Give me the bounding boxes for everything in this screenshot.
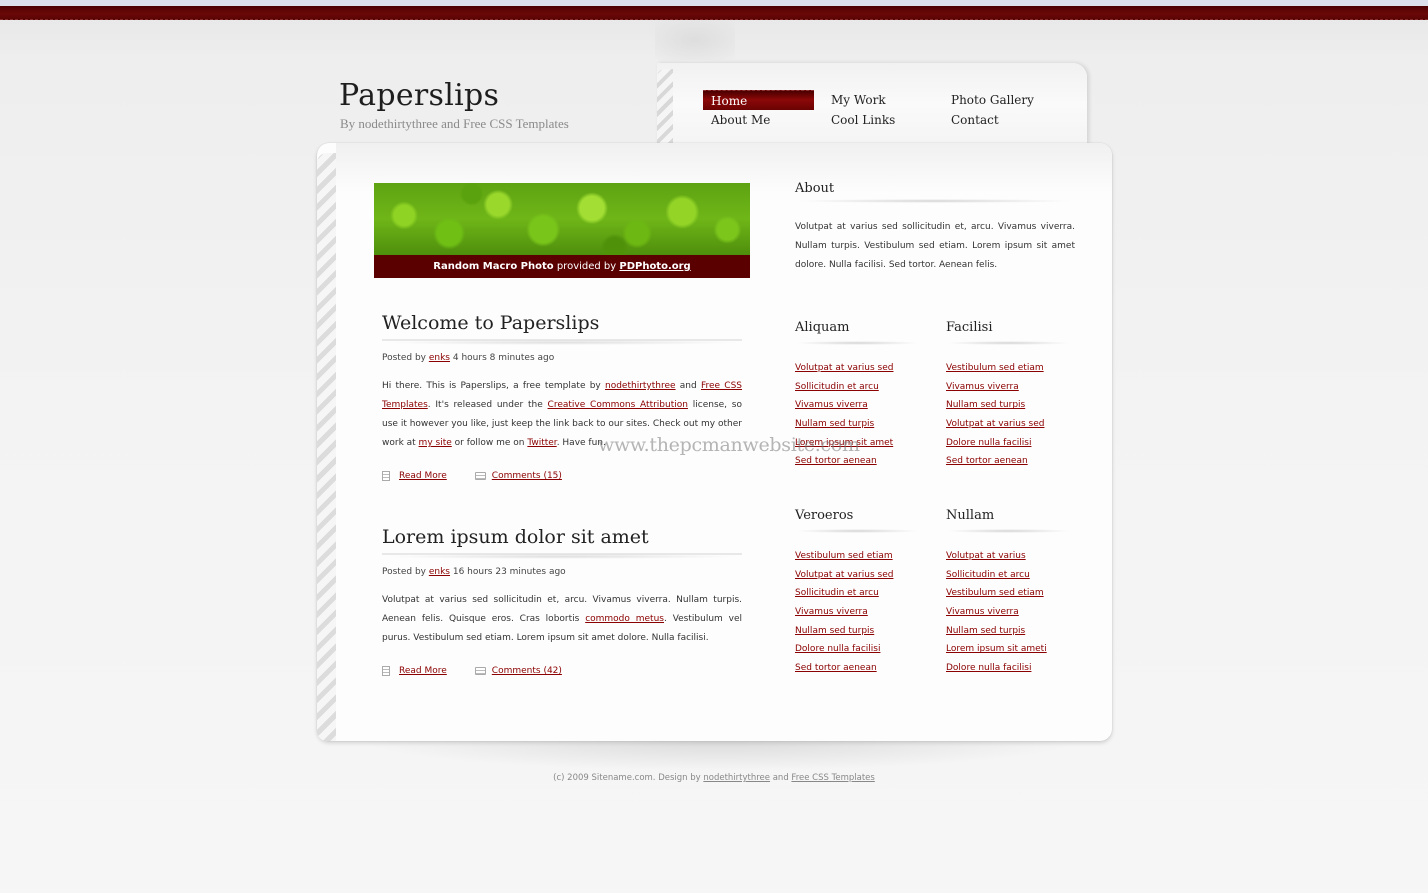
sidebar-heading-aliquam: Aliquam	[795, 320, 850, 335]
body-text: . It's released under the	[427, 400, 548, 410]
sidebar-link[interactable]: Dolore nulla facilisi	[795, 644, 880, 654]
twitter-link[interactable]: Twitter	[527, 438, 556, 448]
sidebar-link[interactable]: Vivamus viverra	[795, 400, 868, 410]
footer-free-css-templates-link[interactable]: Free CSS Templates	[791, 773, 874, 783]
sidebar-link[interactable]: Volutpat at varius sed	[946, 419, 1044, 429]
sidebar-link[interactable]: Vestibulum sed etiam	[946, 588, 1044, 598]
body-text: Hi there. This is Paperslips, a free tem…	[382, 381, 605, 391]
comment-icon	[474, 667, 486, 675]
sidebar-heading-about: About	[795, 181, 835, 196]
sidebar-link[interactable]: Dolore nulla facilisi	[946, 438, 1031, 448]
facilisi-link-list: Vestibulum sed etiam Vivamus viverra Nul…	[946, 359, 1044, 471]
watermark: www.thepcmanwebsite.com	[598, 434, 860, 456]
post-title[interactable]: Lorem ipsum dolor sit amet	[382, 525, 742, 559]
site-title[interactable]: Paperslips	[339, 78, 569, 114]
comments-link[interactable]: Comments (42)	[492, 666, 562, 676]
read-more-link[interactable]: Read More	[399, 666, 447, 676]
post-time: 16 hours 23 minutes ago	[450, 567, 566, 577]
nav-item-my-work[interactable]: My Work	[823, 90, 943, 110]
sidebar-link[interactable]: Volutpat at varius	[946, 551, 1026, 561]
sidebar-link[interactable]: Vivamus viverra	[795, 607, 868, 617]
pdphoto-link[interactable]: PDPhoto.org	[619, 261, 690, 272]
read-more-link[interactable]: Read More	[399, 471, 447, 481]
sidebar-link[interactable]: Vestibulum sed etiam	[946, 363, 1044, 373]
decorative-stripes	[657, 69, 673, 145]
site-logo: Paperslips By nodethirtythree and Free C…	[339, 78, 569, 132]
nullam-link-list: Volutpat at varius Sollicitudin et arcu …	[946, 547, 1047, 678]
commodo-metus-link[interactable]: commodo metus	[585, 614, 664, 624]
body-text: and	[675, 381, 701, 391]
body-text: or follow me on	[451, 438, 528, 448]
post-body: Volutpat at varius sed sollicitudin et, …	[382, 591, 742, 648]
sidebar-link[interactable]: Vestibulum sed etiam	[795, 551, 893, 561]
copyright-text: (c) 2009 Sitename.com. Design by	[553, 773, 704, 783]
sidebar-link[interactable]: Nullam sed turpis	[946, 400, 1025, 410]
sidebar-link[interactable]: Volutpat at varius sed	[795, 363, 893, 373]
nav-item-cool-links[interactable]: Cool Links	[823, 110, 943, 130]
post-meta: Posted by enks 16 hours 23 minutes ago	[382, 567, 742, 577]
heading-divider	[795, 199, 1075, 203]
document-icon	[382, 471, 390, 481]
sidebar-link[interactable]: Sollicitudin et arcu	[946, 570, 1030, 580]
sidebar-link[interactable]: Dolore nulla facilisi	[946, 663, 1031, 673]
sidebar-link[interactable]: Sed tortor aenean	[795, 456, 877, 466]
about-text: Volutpat at varius sed sollicitudin et, …	[795, 222, 1075, 270]
sidebar-link[interactable]: Volutpat at varius sed	[795, 570, 893, 580]
sidebar-link[interactable]: Vivamus viverra	[946, 607, 1019, 617]
author-link[interactable]: enks	[429, 353, 450, 363]
blog-post: Lorem ipsum dolor sit amet Posted by enk…	[382, 525, 742, 676]
sidebar-link[interactable]: Nullam sed turpis	[795, 626, 874, 636]
post-title[interactable]: Welcome to Paperslips	[382, 311, 742, 345]
posted-by-label: Posted by	[382, 353, 429, 363]
nav-item-about-me[interactable]: About Me	[703, 110, 823, 130]
heading-divider	[946, 341, 1071, 345]
sidebar-link[interactable]: Nullam sed turpis	[946, 626, 1025, 636]
sidebar-link[interactable]: Sollicitudin et arcu	[795, 588, 879, 598]
author-link[interactable]: enks	[429, 567, 450, 577]
post-time: 4 hours 8 minutes ago	[450, 353, 555, 363]
featured-photo: Random Macro Photo provided by PDPhoto.o…	[374, 183, 750, 278]
sidebar-heading-facilisi: Facilisi	[946, 320, 993, 335]
sidebar-heading-nullam: Nullam	[946, 508, 995, 523]
posted-by-label: Posted by	[382, 567, 429, 577]
nav-item-home[interactable]: Home	[703, 90, 814, 110]
sidebar-link[interactable]: Sed tortor aenean	[795, 663, 877, 673]
heading-divider	[946, 529, 1071, 533]
main-nav: Home My Work Photo Gallery About Me Cool…	[703, 90, 1063, 130]
site-subtitle: By nodethirtythree and Free CSS Template…	[340, 116, 569, 131]
heading-divider	[795, 529, 920, 533]
document-icon	[382, 666, 390, 676]
sidebar-link[interactable]: Lorem ipsum sit ameti	[946, 644, 1047, 654]
post-actions: Read More Comments (15)	[382, 471, 742, 481]
caption-text: provided by	[553, 261, 620, 272]
sidebar-link[interactable]: Nullam sed turpis	[795, 419, 874, 429]
decorative-stripes	[317, 153, 336, 741]
creative-commons-link[interactable]: Creative Commons Attribution	[548, 400, 688, 410]
nav-item-contact[interactable]: Contact	[943, 110, 1063, 130]
nodethirtythree-link[interactable]: nodethirtythree	[605, 381, 676, 391]
post-actions: Read More Comments (42)	[382, 666, 742, 676]
footer-text: and	[770, 773, 792, 783]
top-decorative-bar	[0, 6, 1428, 20]
nav-panel: Home My Work Photo Gallery About Me Cool…	[657, 63, 1087, 145]
comments-link[interactable]: Comments (15)	[492, 471, 562, 481]
my-site-link[interactable]: my site	[419, 438, 452, 448]
header-texture	[655, 20, 735, 60]
heading-divider	[795, 341, 920, 345]
comment-icon	[474, 472, 486, 480]
footer: (c) 2009 Sitename.com. Design by nodethi…	[0, 773, 1428, 783]
post-meta: Posted by enks 4 hours 8 minutes ago	[382, 353, 742, 363]
nav-item-photo-gallery[interactable]: Photo Gallery	[943, 90, 1063, 110]
sidebar-link[interactable]: Sed tortor aenean	[946, 456, 1028, 466]
macro-photo-image	[374, 183, 750, 255]
sidebar-link[interactable]: Sollicitudin et arcu	[795, 382, 879, 392]
sidebar-link[interactable]: Vivamus viverra	[946, 382, 1019, 392]
veroeros-link-list: Vestibulum sed etiam Volutpat at varius …	[795, 547, 893, 678]
footer-nodethirtythree-link[interactable]: nodethirtythree	[703, 773, 770, 783]
caption-title: Random Macro Photo	[433, 261, 554, 272]
sidebar-heading-veroeros: Veroeros	[795, 508, 854, 523]
photo-caption: Random Macro Photo provided by PDPhoto.o…	[374, 255, 750, 278]
panel-shadow	[360, 741, 1080, 771]
